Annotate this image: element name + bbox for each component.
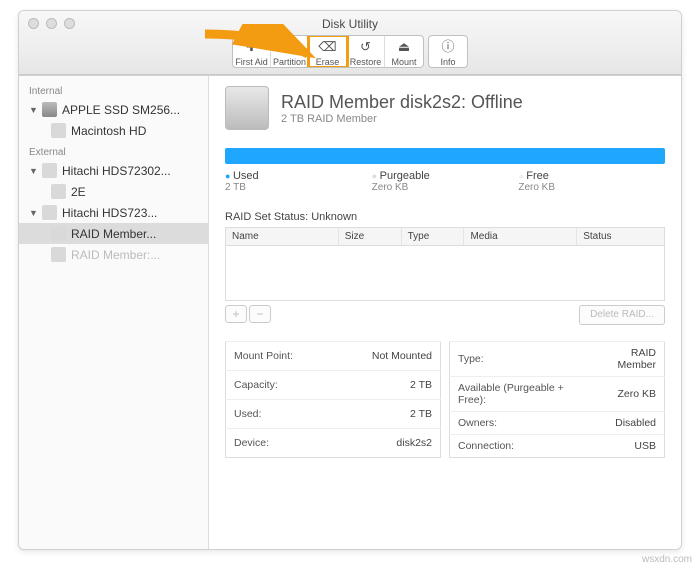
col-media[interactable]: Media bbox=[464, 228, 577, 245]
legend-purgeable-label: Purgeable bbox=[372, 170, 519, 182]
table-row: Device:disk2s2 bbox=[226, 429, 441, 458]
raid-table: Name Size Type Media Status bbox=[225, 227, 665, 301]
sidebar: Internal ▼APPLE SSD SM256... Macintosh H… bbox=[19, 76, 209, 550]
main-panel: RAID Member disk2s2: Offline 2 TB RAID M… bbox=[209, 76, 681, 550]
col-type[interactable]: Type bbox=[402, 228, 465, 245]
disk-subtitle: 2 TB RAID Member bbox=[281, 113, 523, 125]
table-row: Capacity:2 TB bbox=[226, 371, 441, 400]
info-button[interactable]: ⓘInfo bbox=[429, 36, 467, 67]
add-button[interactable]: + bbox=[225, 305, 247, 323]
usage-legend: Used2 TB PurgeableZero KB FreeZero KB bbox=[225, 170, 665, 193]
volume-icon bbox=[51, 123, 66, 138]
remove-button[interactable]: − bbox=[249, 305, 271, 323]
window-title: Disk Utility bbox=[19, 17, 681, 35]
raid-table-body bbox=[226, 246, 664, 300]
sidebar-heading-external: External bbox=[19, 141, 208, 160]
sidebar-disk-external-1[interactable]: ▼Hitachi HDS723... bbox=[19, 202, 208, 223]
sidebar-volume-raid-selected[interactable]: RAID Member... bbox=[19, 223, 208, 244]
volume-icon bbox=[51, 247, 66, 262]
mount-button[interactable]: ⏏Mount bbox=[385, 36, 423, 67]
legend-free-value: Zero KB bbox=[518, 182, 665, 193]
sidebar-disk-external-0[interactable]: ▼Hitachi HDS72302... bbox=[19, 160, 208, 181]
window-controls[interactable] bbox=[28, 18, 75, 29]
callout-arrow bbox=[200, 24, 320, 74]
col-name[interactable]: Name bbox=[226, 228, 339, 245]
hdd-icon bbox=[42, 205, 57, 220]
app-window: Disk Utility ✚First Aid ◔Partition ⌫Eras… bbox=[18, 10, 682, 550]
hdd-icon bbox=[42, 163, 57, 178]
watermark: wsxdn.com bbox=[642, 554, 692, 565]
disk-title: RAID Member disk2s2: Offline bbox=[281, 92, 523, 113]
info-table-left: Mount Point:Not Mounted Capacity:2 TB Us… bbox=[225, 341, 441, 458]
usage-bar bbox=[225, 148, 665, 164]
table-row: Available (Purgeable + Free):Zero KB bbox=[450, 377, 665, 412]
legend-used-value: 2 TB bbox=[225, 182, 372, 193]
restore-button[interactable]: ↺Restore bbox=[347, 36, 385, 67]
toolbar: ✚First Aid ◔Partition ⌫Erase ↺Restore ⏏M… bbox=[19, 35, 681, 75]
raid-status-label: RAID Set Status: Unknown bbox=[225, 211, 665, 223]
info-tables: Mount Point:Not Mounted Capacity:2 TB Us… bbox=[225, 341, 665, 458]
delete-raid-button[interactable]: Delete RAID... bbox=[579, 305, 665, 325]
disk-hero-icon bbox=[225, 86, 269, 130]
info-table-right: Type:RAID Member Available (Purgeable + … bbox=[449, 341, 665, 458]
sidebar-disk-internal-0[interactable]: ▼APPLE SSD SM256... bbox=[19, 99, 208, 120]
table-row: Owners:Disabled bbox=[450, 412, 665, 435]
sidebar-heading-internal: Internal bbox=[19, 80, 208, 99]
sidebar-volume-2e[interactable]: 2E bbox=[19, 181, 208, 202]
col-status[interactable]: Status bbox=[577, 228, 664, 245]
volume-icon bbox=[51, 184, 66, 199]
restore-icon: ↺ bbox=[347, 38, 384, 56]
table-row: Used:2 TB bbox=[226, 400, 441, 429]
legend-purgeable-value: Zero KB bbox=[372, 182, 519, 193]
info-icon: ⓘ bbox=[429, 38, 467, 56]
table-row: Mount Point:Not Mounted bbox=[226, 342, 441, 371]
sidebar-volume-macintosh-hd[interactable]: Macintosh HD bbox=[19, 120, 208, 141]
mount-icon: ⏏ bbox=[385, 38, 423, 56]
ssd-icon bbox=[42, 102, 57, 117]
table-row: Connection:USB bbox=[450, 435, 665, 458]
table-row: Type:RAID Member bbox=[450, 342, 665, 377]
col-size[interactable]: Size bbox=[339, 228, 402, 245]
sidebar-volume-raid-offline[interactable]: RAID Member:... bbox=[19, 244, 208, 265]
volume-icon bbox=[51, 226, 66, 241]
legend-used-label: Used bbox=[225, 170, 372, 182]
legend-free-label: Free bbox=[518, 170, 665, 182]
